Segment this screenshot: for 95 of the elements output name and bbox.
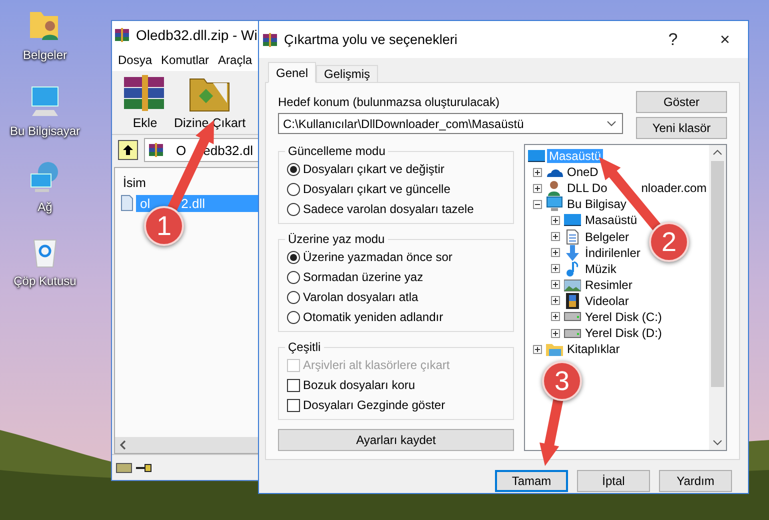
option-label: Bozuk dosyaları koru (303, 378, 416, 392)
expand-icon[interactable] (550, 216, 560, 225)
up-arrow-icon (122, 144, 134, 156)
address-text: edb32.dl (203, 142, 254, 158)
save-settings-button[interactable]: Ayarları kaydet (278, 429, 514, 451)
dialog-button[interactable]: Yardım (659, 470, 732, 492)
tree-item[interactable]: Videolar (583, 294, 631, 308)
folder-icon (546, 341, 563, 358)
drive-icon (116, 462, 132, 472)
window-title: Oledb32.dll.zip - Wi (136, 27, 258, 43)
tree-item-text[interactable]: nloader.com (641, 181, 707, 196)
option-label: Otomatik yeniden adlandır (303, 310, 444, 324)
tab[interactable]: Genel (268, 62, 316, 83)
tree-item[interactable]: Belgeler (583, 230, 632, 244)
film-icon (564, 292, 581, 309)
monitor-icon (528, 148, 545, 164)
horizontal-scrollbar[interactable] (115, 437, 260, 453)
expand-icon[interactable] (532, 344, 542, 354)
file-icon (121, 195, 133, 211)
tree-item[interactable]: Yerel Disk (D:) (583, 326, 664, 340)
tree-item-text[interactable]: DLL Do (567, 181, 608, 196)
file-name: 2.dll (181, 196, 205, 210)
option-label: Dosyaları Gezginde göster (303, 398, 446, 412)
path-combo-box[interactable]: C:\Kullanıcılar\DllDownloader_com\Masaüstü (278, 113, 623, 134)
tab[interactable]: Gelişmiş (316, 65, 378, 83)
expand-icon[interactable] (550, 248, 560, 258)
radio-button[interactable] (287, 290, 300, 304)
drive-icon (564, 328, 581, 338)
expand-icon[interactable] (550, 264, 560, 274)
image-icon (564, 276, 581, 293)
collapse-icon[interactable] (532, 200, 542, 209)
option-label: Arşivleri alt klasörlere çıkart (303, 358, 450, 372)
group-title: Üzerine yaz modu (287, 232, 386, 246)
menu-item[interactable]: Araçla (218, 53, 252, 67)
dialog-button[interactable]: Tamam (495, 470, 568, 492)
tree-item[interactable]: Bu Bilgisay (565, 197, 628, 212)
radio-button[interactable] (287, 310, 300, 324)
dialog-title: Çıkartma yolu ve seçenekleri (284, 32, 458, 47)
menu-item[interactable]: Komutlar (161, 53, 210, 67)
chevron-left-icon[interactable] (119, 440, 127, 450)
radio-button[interactable] (287, 202, 300, 216)
side-button[interactable]: Yeni klasör (636, 117, 727, 139)
side-button[interactable]: Göster (636, 91, 727, 113)
option-label: Varolan dosyaları atla (303, 290, 418, 304)
option-label: Sormadan üzerine yaz (303, 270, 424, 284)
toolbar-button[interactable]: Ekle (122, 73, 168, 130)
key-icon (136, 464, 152, 472)
download-arrow-icon (564, 244, 581, 261)
up-folder-button[interactable] (118, 140, 138, 160)
option-label: Üzerine yazmadan önce sor (303, 250, 452, 264)
title-bar-button[interactable]: × (702, 24, 748, 54)
menu-item[interactable]: Dosya (118, 53, 152, 67)
tree-item[interactable]: İndirilenler (583, 246, 642, 260)
group-title: Güncelleme modu (287, 144, 386, 158)
group-title: Çeşitli (287, 340, 322, 354)
radio-button[interactable] (287, 270, 300, 284)
archive-books-icon (262, 32, 278, 48)
dialog-button[interactable]: İptal (577, 470, 650, 492)
tree-item[interactable]: Masaüstü (583, 213, 640, 228)
computer-icon (546, 196, 563, 212)
radio-button[interactable] (287, 182, 300, 196)
dropdown-icon (607, 120, 616, 126)
tree-item[interactable]: OneD (565, 165, 600, 180)
tree-item[interactable]: Müzik (583, 262, 618, 276)
field-label: Hedef konum (bulunmazsa oluşturulacak) (278, 95, 500, 109)
address-text: O (176, 142, 186, 158)
archive-books-icon (114, 27, 130, 43)
expand-icon[interactable] (532, 184, 542, 193)
chevron-down-icon[interactable] (713, 440, 722, 446)
music-note-icon (564, 260, 581, 277)
checkbox[interactable] (287, 378, 300, 392)
option-label: Sadece varolan dosyaları tazele (303, 202, 474, 216)
option-label: Dosyaları çıkart ve güncelle (303, 182, 450, 196)
expand-icon[interactable] (550, 312, 560, 322)
checkbox[interactable] (287, 398, 300, 412)
option-label: Dosyaları çıkart ve değiştir (303, 162, 444, 176)
monitor-icon (564, 212, 581, 228)
tree-item[interactable]: Kitaplıklar (565, 342, 622, 356)
user-icon (546, 180, 563, 196)
archive-books-icon (148, 142, 164, 158)
expand-icon[interactable] (550, 232, 560, 242)
title-bar-button[interactable]: ? (650, 24, 696, 54)
vertical-scrollbar[interactable] (709, 145, 726, 450)
document-icon (564, 228, 581, 245)
expand-icon[interactable] (550, 280, 560, 290)
tree-item[interactable]: Yerel Disk (C:) (583, 310, 664, 324)
expand-icon[interactable] (550, 296, 560, 306)
radio-button[interactable] (287, 162, 300, 176)
chevron-up-icon[interactable] (713, 149, 722, 155)
radio-button[interactable] (287, 250, 300, 264)
tree-item[interactable]: Resimler (583, 278, 634, 292)
drive-icon (564, 312, 581, 322)
expand-icon[interactable] (550, 328, 560, 338)
expand-icon[interactable] (532, 168, 542, 177)
column-header[interactable]: İsim (115, 168, 260, 194)
